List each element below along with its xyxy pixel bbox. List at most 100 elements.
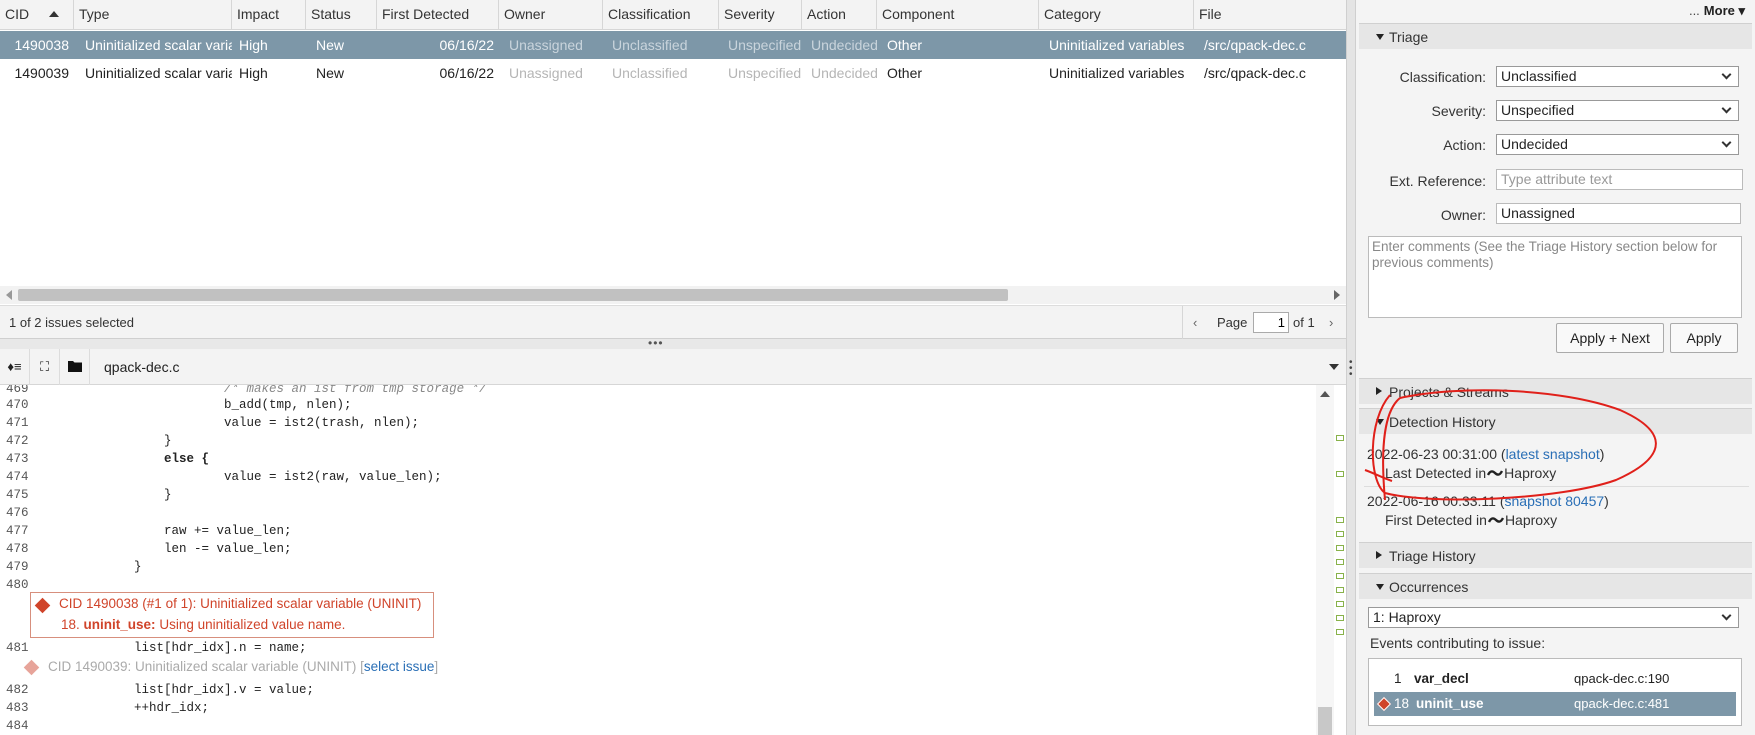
previous-page-button[interactable]: ‹ — [1193, 315, 1197, 330]
overview-marker[interactable] — [1336, 559, 1344, 565]
horizontal-scrollbar[interactable] — [0, 286, 1346, 304]
ext-reference-label: Ext. Reference: — [1389, 173, 1487, 189]
column-header-status[interactable]: Status — [306, 0, 377, 30]
horizontal-splitter[interactable]: ••• — [0, 337, 1346, 349]
overview-marker[interactable] — [1336, 629, 1344, 635]
code-line: 474 value = ist2(raw, value_len); — [0, 468, 1310, 486]
source-viewer[interactable]: 469 /* makes an ist from tmp storage */ … — [0, 385, 1346, 735]
table-row[interactable]: 1490039 Uninitialized scalar variable Hi… — [0, 59, 1346, 87]
occurrence-select[interactable]: 1: Haproxy — [1368, 607, 1739, 628]
code-line: 477 raw += value_len; — [0, 522, 1310, 540]
section-occurrences-header[interactable]: Occurrences — [1359, 573, 1752, 599]
column-header-file[interactable]: File — [1194, 0, 1346, 30]
cell-file: /src/qpack-dec.c — [1204, 37, 1306, 53]
expand-icon[interactable]: ⛶ — [30, 349, 60, 385]
scrollbar-thumb[interactable] — [18, 289, 1008, 301]
overview-marker[interactable] — [1336, 601, 1344, 607]
code-text: } — [44, 488, 172, 502]
section-detection-header[interactable]: Detection History — [1359, 408, 1752, 434]
scrollbar-thumb[interactable] — [1318, 707, 1332, 735]
cell-component: Other — [887, 37, 923, 53]
scroll-right-icon[interactable] — [1334, 290, 1340, 300]
apply-button[interactable]: Apply — [1670, 323, 1738, 353]
apply-next-button[interactable]: Apply + Next — [1556, 323, 1664, 353]
section-triage-header[interactable]: Triage — [1359, 23, 1752, 49]
scroll-left-icon[interactable] — [6, 290, 12, 300]
expanded-icon — [1376, 419, 1384, 425]
ext-reference-input[interactable]: Type attribute text — [1496, 169, 1743, 190]
overview-marker[interactable] — [1336, 435, 1344, 441]
more-menu-button[interactable]: ... More ▾ — [1689, 3, 1745, 19]
cell-owner: Unassigned — [509, 37, 583, 53]
severity-select[interactable]: Unspecified — [1496, 100, 1739, 121]
column-header-cid[interactable]: CID — [0, 0, 74, 30]
overview-marker[interactable] — [1336, 573, 1344, 579]
line-number: 479 — [6, 560, 29, 574]
chevron-down-icon[interactable] — [1329, 364, 1339, 370]
code-text: len -= value_len; — [44, 542, 292, 556]
comments-textarea[interactable]: Enter comments (See the Triage History s… — [1368, 236, 1742, 318]
vertical-splitter[interactable]: • • • — [1346, 0, 1356, 735]
section-projects-header[interactable]: Projects & Streams — [1359, 378, 1752, 404]
column-header-owner[interactable]: Owner — [499, 0, 603, 30]
section-triage-history-header[interactable]: Triage History — [1359, 542, 1752, 568]
column-header-severity[interactable]: Severity — [719, 0, 802, 30]
overview-marker[interactable] — [1336, 517, 1344, 523]
next-page-button[interactable]: › — [1329, 315, 1333, 330]
issues-pane: CID Type Impact Status First Detected Ow… — [0, 0, 1346, 735]
cell-file: /src/qpack-dec.c — [1204, 65, 1306, 81]
cell-component: Other — [887, 65, 923, 81]
select-issue-link[interactable]: select issue — [364, 659, 435, 674]
line-number: 477 — [6, 524, 29, 538]
classification-select[interactable]: Unclassified — [1496, 66, 1739, 87]
pagination: ‹ Page of 1 › — [1182, 306, 1346, 339]
scroll-up-icon[interactable] — [1320, 391, 1330, 397]
code-line: 470 b_add(tmp, nlen); — [0, 396, 1310, 414]
overview-marker[interactable] — [1336, 587, 1344, 593]
folder-icon[interactable] — [60, 349, 90, 385]
cell-status: New — [316, 37, 345, 53]
latest-snapshot-link[interactable]: latest snapshot — [1506, 446, 1600, 462]
page-number-input[interactable] — [1253, 312, 1289, 333]
owner-input[interactable]: Unassigned — [1496, 203, 1741, 224]
overview-marker[interactable] — [1336, 471, 1344, 477]
cell-type: Uninitialized scalar variable — [85, 65, 232, 81]
list-item[interactable]: 18 uninit_use qpack-dec.c:481 — [1374, 692, 1736, 716]
chevron-down-icon — [1721, 103, 1732, 114]
table-header: CID Type Impact Status First Detected Ow… — [0, 0, 1346, 30]
line-number: 473 — [6, 452, 29, 466]
issue-event-callout[interactable]: CID 1490038 (#1 of 1): Uninitialized sca… — [30, 592, 434, 638]
column-header-type[interactable]: Type — [74, 0, 232, 30]
code-line: 483 ++hdr_idx; — [0, 699, 1310, 717]
overview-marker[interactable] — [1336, 615, 1344, 621]
column-header-first-detected[interactable]: First Detected — [377, 0, 499, 30]
column-header-category[interactable]: Category — [1039, 0, 1194, 30]
overview-marker[interactable] — [1336, 545, 1344, 551]
cell-cid: 1490039 — [14, 65, 69, 81]
line-number: 483 — [6, 701, 29, 715]
event-number: 1 — [1394, 671, 1402, 686]
cell-first-detected: 06/16/22 — [439, 37, 495, 53]
table-status-bar: 1 of 2 issues selected ‹ Page of 1 › — [0, 305, 1346, 339]
action-select[interactable]: Undecided — [1496, 134, 1739, 155]
cell-category: Uninitialized variables — [1049, 37, 1185, 53]
cell-status: New — [316, 65, 345, 81]
table-row[interactable]: 1490038 Uninitialized scalar variable Hi… — [0, 31, 1346, 59]
code-text: ++hdr_idx; — [44, 701, 210, 715]
column-header-action[interactable]: Action — [802, 0, 877, 30]
code-line: 481 list[hdr_idx].n = name; — [0, 639, 1310, 657]
overview-marker[interactable] — [1336, 531, 1344, 537]
line-number: 474 — [6, 470, 29, 484]
column-header-component[interactable]: Component — [877, 0, 1039, 30]
column-header-impact[interactable]: Impact — [232, 0, 306, 30]
splitter-grip-icon: ••• — [1349, 357, 1353, 380]
list-item[interactable]: 1 var_decl qpack-dec.c:190 — [1374, 667, 1736, 691]
events-list: 1 var_decl qpack-dec.c:190 18 uninit_use… — [1368, 658, 1742, 726]
vertical-scrollbar[interactable] — [1316, 385, 1334, 735]
toggle-events-icon[interactable]: ♦≡ — [0, 349, 30, 385]
cell-severity: Unspecified — [728, 65, 802, 81]
snapshot-link[interactable]: snapshot 80457 — [1505, 493, 1605, 509]
cell-classification: Unclassified — [612, 37, 688, 53]
column-header-classification[interactable]: Classification — [603, 0, 719, 30]
chevron-down-icon — [1721, 69, 1732, 80]
